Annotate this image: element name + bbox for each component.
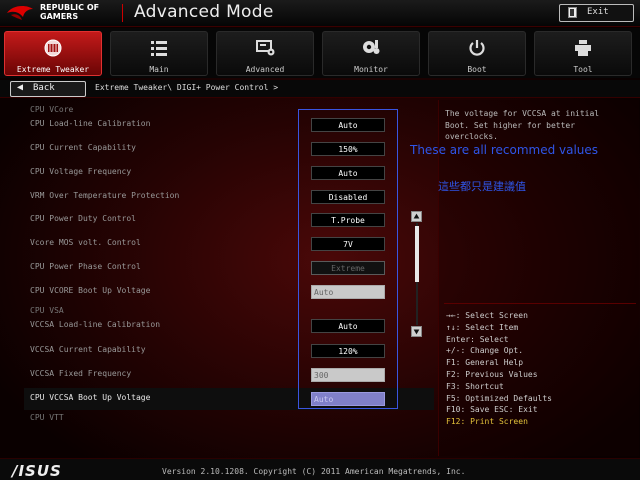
setting-label: CPU VSA	[30, 306, 64, 315]
key-hint: F12: Print Screen	[446, 417, 528, 427]
tab-monitor[interactable]: Monitor	[322, 31, 420, 76]
setting-label: CPU Voltage Frequency	[30, 167, 132, 176]
exit-door-icon	[568, 7, 577, 18]
back-button[interactable]: ◀ Back	[10, 81, 86, 97]
footer-bar: /ISUS Version 2.10.1208. Copyright (C) 2…	[0, 458, 640, 480]
setting-label: VCCSA Load-line Calibration	[30, 320, 161, 329]
section-header: CPU VTT	[24, 412, 434, 426]
advanced-icon	[256, 40, 275, 56]
annotation-box	[298, 109, 398, 409]
key-hint: +/-: Change Opt.	[446, 346, 524, 356]
breadcrumb-bar: ◀ Back Extreme Tweaker\ DIGI+ Power Cont…	[0, 80, 640, 98]
tab-label: Monitor	[354, 65, 388, 74]
monitor-gear-icon	[363, 40, 380, 54]
exit-button[interactable]: Exit	[559, 4, 634, 22]
scroll-down-arrow-icon[interactable]	[411, 326, 422, 337]
main-tabs: Extreme Tweaker Main Advanced Monitor Bo…	[0, 28, 640, 78]
tab-label: Extreme Tweaker	[16, 65, 90, 74]
back-label: Back	[33, 83, 55, 93]
tab-boot[interactable]: Boot	[428, 31, 526, 76]
back-arrow-icon: ◀	[17, 82, 24, 93]
annotation-chinese: 這些都只是建議值	[438, 180, 526, 193]
page-title: Advanced Mode	[134, 2, 274, 22]
tab-extreme-tweaker[interactable]: Extreme Tweaker	[4, 31, 102, 76]
copyright-text: Version 2.10.1208. Copyright (C) 2011 Am…	[162, 467, 466, 476]
rog-eye-logo-icon	[7, 5, 33, 20]
header-bar: REPUBLIC OF GAMERS Advanced Mode Exit	[0, 0, 640, 27]
scroll-up-arrow-icon[interactable]	[411, 211, 422, 222]
key-hint: F3: Shortcut	[446, 381, 504, 391]
help-description: The voltage for VCCSA at initial Boot. S…	[445, 109, 600, 141]
header-divider	[122, 4, 123, 22]
scrollbar-thumb[interactable]	[415, 226, 419, 282]
key-hint: F10: Save ESC: Exit	[446, 405, 538, 415]
setting-label: CPU VTT	[30, 413, 64, 422]
tab-tool[interactable]: Tool	[534, 31, 632, 76]
setting-label: CPU Power Duty Control	[30, 214, 136, 223]
help-divider	[444, 303, 636, 304]
tab-main[interactable]: Main	[110, 31, 208, 76]
tab-label: Advanced	[245, 65, 285, 74]
list-icon	[151, 41, 167, 56]
brand-logo-text: REPUBLIC OF GAMERS	[40, 3, 100, 21]
setting-label: VRM Over Temperature Protection	[30, 191, 180, 200]
setting-label: CPU VCCSA Boot Up Voltage	[30, 393, 151, 402]
key-hint: F2: Previous Values	[446, 369, 538, 379]
tab-label: Main	[149, 65, 169, 74]
tab-label: Boot	[467, 65, 487, 74]
key-hint: →←: Select Screen	[446, 311, 528, 320]
setting-label: CPU Power Phase Control	[30, 262, 141, 271]
key-hint: Enter: Select	[446, 334, 509, 344]
bios-window: REPUBLIC OF GAMERS Advanced Mode Exit Ex…	[0, 0, 640, 480]
setting-label: VCCSA Current Capability	[30, 345, 146, 354]
setting-label: CPU Current Capability	[30, 143, 136, 152]
tab-label: Tool	[573, 65, 593, 74]
setting-label: VCCSA Fixed Frequency	[30, 369, 132, 378]
asus-logo: /ISUS	[12, 462, 62, 480]
key-hint: F5: Optimized Defaults	[446, 393, 552, 403]
setting-label: CPU VCORE Boot Up Voltage	[30, 286, 151, 295]
tweaker-icon	[44, 39, 62, 57]
exit-label: Exit	[587, 7, 609, 17]
setting-label: CPU VCore	[30, 105, 74, 114]
printer-icon	[575, 40, 591, 56]
key-legend: →←: Select Screen ↑↓: Select Item Enter: S…	[446, 310, 636, 428]
annotation-english: These are all recommed values	[410, 143, 599, 157]
setting-label: Vcore MOS volt. Control	[30, 238, 141, 247]
setting-label: CPU Load-line Calibration	[30, 119, 151, 128]
key-hint: F1: General Help	[446, 358, 524, 368]
tab-advanced[interactable]: Advanced	[216, 31, 314, 76]
key-hint: ↑↓: Select Item	[446, 322, 519, 332]
breadcrumb: Extreme Tweaker\ DIGI+ Power Control >	[95, 83, 279, 92]
power-icon	[469, 40, 485, 56]
